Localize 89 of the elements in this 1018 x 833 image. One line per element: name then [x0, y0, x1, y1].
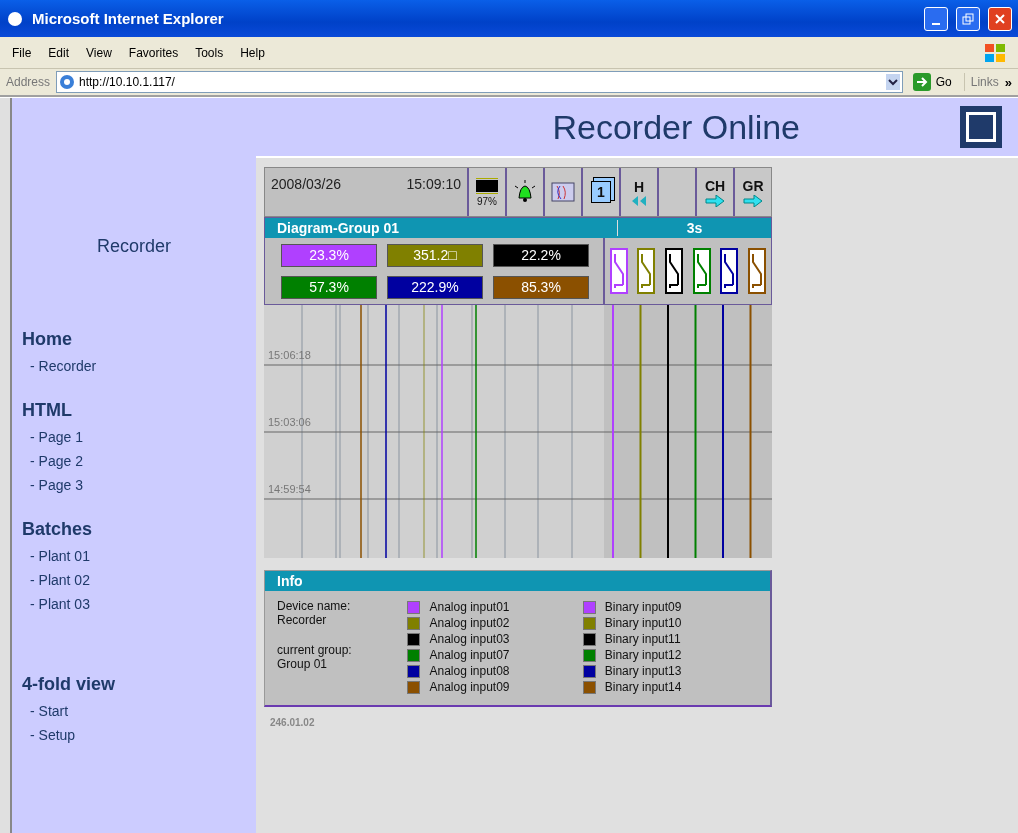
- page-title: Recorder Online: [552, 107, 800, 147]
- history-button[interactable]: H: [619, 168, 657, 216]
- menu-item[interactable]: Tools: [195, 45, 224, 60]
- time-label: 14:59:54: [268, 483, 311, 495]
- sidebar-link[interactable]: - Recorder: [22, 354, 256, 378]
- diagram-button[interactable]: [543, 168, 581, 216]
- device-label: Device name:: [277, 599, 352, 613]
- pages-button[interactable]: 1: [581, 168, 619, 216]
- channel-value: 23.3%: [281, 244, 377, 267]
- version-text: 246.01.02: [270, 717, 316, 728]
- legend-label: Analog input08: [429, 664, 510, 678]
- section-heading: 4-fold view: [22, 674, 116, 695]
- minimize-button[interactable]: [924, 6, 948, 31]
- menu-item[interactable]: Edit: [48, 45, 70, 60]
- alarm-button[interactable]: [505, 168, 543, 216]
- interval-text: 3s: [617, 220, 771, 236]
- window-square-icon[interactable]: [960, 106, 1002, 148]
- sidebar-link[interactable]: - Start: [22, 699, 256, 723]
- channel-value: 22.2%: [493, 244, 589, 267]
- binary-state-icon: [665, 248, 684, 294]
- page-icon: [59, 74, 76, 90]
- arrow-right-icon: [912, 73, 931, 91]
- restore-icon: [962, 12, 974, 25]
- legend-label: Binary input14: [604, 680, 682, 694]
- legend-label: Binary input10: [604, 616, 682, 630]
- group-label: current group:: [277, 643, 353, 657]
- browser-logo-icon: [6, 9, 24, 28]
- sidebar-link[interactable]: - Plant 02: [22, 568, 256, 592]
- legend-label: Binary input11: [604, 632, 681, 646]
- memory-button[interactable]: 97%: [467, 168, 505, 216]
- close-button[interactable]: [988, 6, 1012, 31]
- time-label: 15:06:18: [268, 349, 311, 361]
- menu-item[interactable]: File: [12, 45, 32, 60]
- section-heading: Batches: [22, 519, 94, 540]
- channel-value: 222.9%: [387, 276, 483, 299]
- section-heading: Home: [22, 329, 73, 350]
- legend-label: Binary input09: [604, 600, 682, 614]
- close-icon: [994, 12, 1006, 25]
- legend-label: Analog input01: [429, 600, 510, 614]
- legend-label: Binary input12: [604, 648, 682, 662]
- device-name: Recorder: [277, 613, 328, 627]
- window-title: Microsoft Internet Explorer: [32, 10, 225, 27]
- restore-button[interactable]: [956, 6, 980, 31]
- arrow-right-icon: [743, 194, 763, 207]
- time-label: 15:03:06: [268, 416, 311, 428]
- channel-value: 57.3%: [281, 276, 377, 299]
- empty-button[interactable]: [657, 168, 695, 216]
- sidebar-link[interactable]: - Plant 03: [22, 592, 256, 616]
- time-text: 15:09:10: [406, 176, 461, 194]
- arrow-right-icon: [705, 194, 725, 207]
- dropdown-icon[interactable]: [885, 74, 900, 90]
- section-heading: HTML: [22, 400, 73, 421]
- channel-value: 351.2□: [387, 244, 483, 267]
- menu-item[interactable]: View: [86, 45, 112, 60]
- address-field[interactable]: http://10.10.1.117/: [56, 71, 903, 93]
- sidebar-link[interactable]: - Plant 01: [22, 544, 256, 568]
- address-label: Address: [6, 75, 51, 89]
- minimize-icon: [932, 22, 940, 25]
- binary-state-icon: [720, 248, 739, 294]
- menu-item[interactable]: Favorites: [128, 45, 179, 60]
- windows-flag-icon: [984, 42, 1006, 63]
- chart-window-icon: [551, 182, 575, 202]
- binary-state-icon: [692, 248, 711, 294]
- sidebar-title: Recorder: [96, 236, 172, 257]
- binary-state-icon: [609, 248, 628, 294]
- legend-label: Analog input09: [429, 680, 510, 694]
- legend-label: Binary input13: [604, 664, 682, 678]
- go-button[interactable]: Go: [908, 73, 965, 91]
- rewind-icon: [630, 195, 648, 206]
- legend-label: Analog input03: [429, 632, 510, 646]
- binary-state-icon: [637, 248, 656, 294]
- sidebar-link[interactable]: - Page 3: [22, 473, 256, 497]
- date-text: 2008/03/26: [271, 176, 342, 194]
- group-value: Group 01: [277, 657, 329, 671]
- sidebar-link[interactable]: - Page 2: [22, 449, 256, 473]
- sidebar-link[interactable]: - Setup: [22, 723, 256, 747]
- sidebar-link[interactable]: - Page 1: [22, 425, 256, 449]
- more-chevron[interactable]: »: [1004, 74, 1012, 90]
- memory-chip-icon: [474, 177, 500, 195]
- binary-state-icon: [748, 248, 767, 294]
- next-button[interactable]: GR: [733, 168, 771, 216]
- channel-value: 85.3%: [493, 276, 589, 299]
- next-button[interactable]: CH: [695, 168, 733, 216]
- menu-item[interactable]: Help: [240, 45, 265, 60]
- legend-label: Analog input02: [429, 616, 510, 630]
- links-label[interactable]: Links: [970, 75, 999, 89]
- info-header: Info: [265, 571, 770, 591]
- legend-label: Analog input07: [429, 648, 510, 662]
- group-name: Diagram-Group 01: [276, 220, 401, 236]
